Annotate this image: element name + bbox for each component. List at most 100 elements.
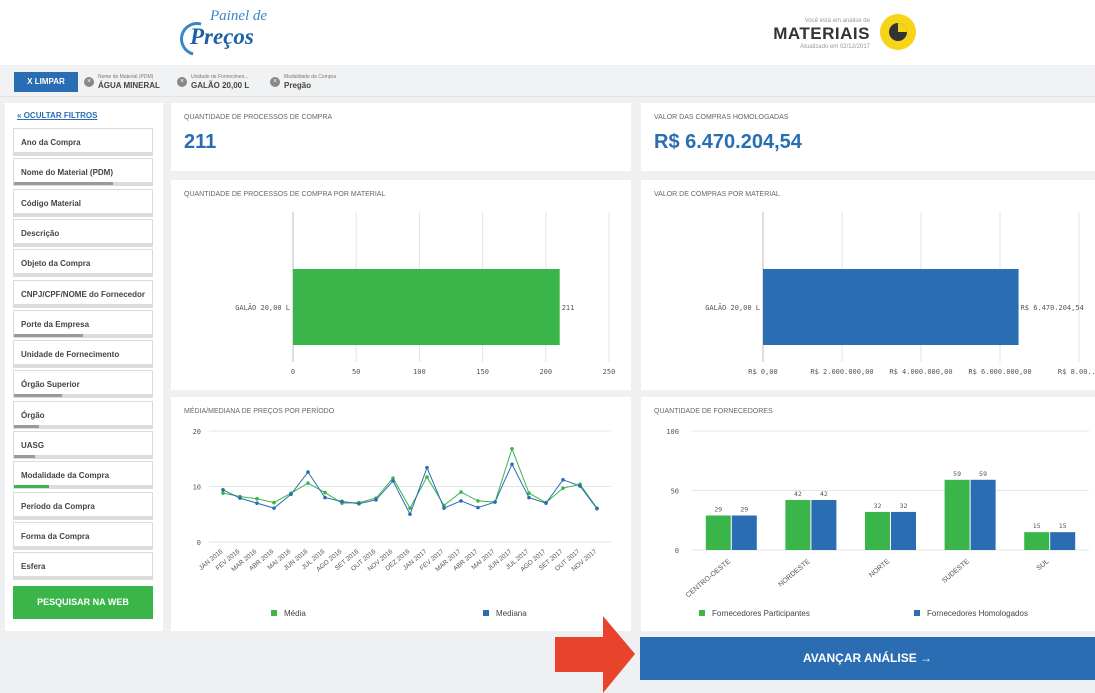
filter-chip-value: GALÃO 20,00 L: [191, 81, 250, 90]
filter-item[interactable]: Ano da Compra: [13, 128, 153, 156]
data-point: [272, 500, 276, 505]
filter-item[interactable]: Código Material: [13, 188, 153, 217]
filter-item[interactable]: Nome do Material (PDM): [13, 158, 153, 187]
filter-coverage-fill: [14, 424, 39, 428]
filter-coverage-track: [14, 273, 152, 277]
bar: [705, 515, 731, 550]
advance-analysis-button[interactable]: AVANÇAR ANÁLISE →: [640, 637, 1095, 680]
filter-item-label: CNPJ/CPF/NOME do Fornecedor: [21, 289, 146, 299]
qty-card-title: QUANTIDADE DE PROCESSOS DE COMPRA: [184, 114, 333, 121]
logo-line1: Painel de: [210, 8, 268, 24]
filter-chip-value: Pregão: [284, 81, 312, 90]
filter-coverage-fill: [14, 485, 49, 489]
hide-filters-link[interactable]: « OCULTAR FILTROS: [17, 111, 97, 120]
value-label: 32: [874, 502, 882, 510]
filter-chip-key: Unidade de Fornecimen...: [191, 74, 249, 80]
filter-item[interactable]: CNPJ/CPF/NOME do Fornecedor: [13, 279, 153, 308]
x-tick-label: R$ 0,00: [748, 368, 778, 376]
x-tick-label: CENTRO-OESTE: [685, 558, 732, 599]
search-web-button[interactable]: PESQUISAR NA WEB: [13, 586, 153, 619]
filter-item[interactable]: UASG: [13, 431, 153, 459]
value-card-value: R$ 6.470.204,54: [654, 131, 802, 153]
filter-item[interactable]: Esfera: [13, 552, 153, 581]
data-point: [306, 470, 310, 474]
filter-coverage-fill: [14, 394, 63, 398]
filter-item-label: Porte da Empresa: [21, 319, 90, 329]
filter-item[interactable]: Forma da Compra: [13, 521, 153, 550]
pie-chart-icon[interactable]: [880, 14, 916, 50]
legend-label: Fornecedores Participantes: [712, 609, 810, 618]
filter-coverage-fill: [14, 333, 83, 337]
filter-chip-material[interactable]: × Nome do Material (PDM) ÁGUA MINERAL: [84, 72, 174, 92]
remove-filter-icon[interactable]: ×: [270, 77, 280, 87]
legend-swatch: [914, 610, 920, 616]
filter-coverage-track: [14, 364, 152, 368]
bar: [970, 479, 996, 550]
filter-coverage-track: [14, 303, 152, 307]
value-label: 42: [820, 490, 828, 498]
x-tick-label: R$ 2.000.000,00: [810, 368, 873, 376]
data-point: [510, 462, 514, 467]
x-tick-label: R$ 4.000.000,00: [889, 368, 952, 376]
x-tick-label: R$ 8.00...: [1058, 368, 1095, 376]
data-point: [527, 495, 531, 500]
data-point: [221, 491, 225, 495]
bar: [865, 511, 890, 550]
painel-de-precos-logo[interactable]: Painel de Preços: [173, 8, 280, 63]
filter-item-label: Nome do Material (PDM): [21, 168, 114, 178]
data-point: [595, 506, 599, 511]
app-header: Painel de Preços Você está em análise de…: [0, 0, 1095, 65]
filter-item-label: Modalidade da Compra: [21, 471, 110, 481]
data-point: [374, 498, 378, 502]
data-point: [357, 501, 361, 506]
filter-coverage-track: [14, 576, 152, 580]
y-tick-label: 0: [675, 547, 679, 555]
qty-card-value: 211: [184, 131, 217, 153]
filter-item[interactable]: Unidade de Fornecimento: [13, 340, 153, 369]
chart-card-value-by-material: VALOR DE COMPRAS POR MATERIAL R$ 0,00 R$ …: [641, 180, 1095, 390]
filter-item[interactable]: Órgão Superior: [13, 370, 153, 399]
data-point: [255, 496, 259, 501]
filter-item[interactable]: Objeto da Compra: [13, 249, 153, 278]
filter-coverage-track: [14, 242, 152, 246]
filter-item[interactable]: Porte da Empresa: [13, 309, 153, 338]
filter-item[interactable]: Período da Compra: [13, 491, 153, 520]
y-tick-label: 20: [193, 428, 201, 436]
bar: [763, 269, 1019, 345]
data-point: [459, 490, 463, 494]
filter-item[interactable]: Órgão: [13, 400, 153, 429]
x-tick-label: SUDESTE: [941, 558, 971, 585]
data-point: [221, 488, 225, 492]
filter-item[interactable]: Modalidade da Compra: [13, 461, 153, 490]
double-chevron-left-icon: «: [17, 111, 22, 120]
clear-filters-button[interactable]: X LIMPAR: [14, 72, 78, 92]
y-tick-label: 50: [671, 488, 679, 496]
data-point: [306, 481, 310, 485]
red-arrow-icon: [555, 616, 635, 693]
data-point: [561, 486, 565, 490]
filter-item-label: UASG: [21, 441, 45, 450]
legend-label: Mediana: [496, 609, 527, 618]
filter-item[interactable]: Descrição: [13, 218, 153, 247]
chart-card-qty-by-material: QUANTIDADE DE PROCESSOS DE COMPRA POR MA…: [171, 180, 631, 390]
x-tick-label: 100: [413, 368, 426, 376]
filter-item-label: Forma da Compra: [21, 531, 90, 541]
filter-item-label: Órgão: [21, 410, 45, 420]
bar: [1024, 532, 1050, 550]
data-point: [323, 490, 327, 495]
remove-filter-icon[interactable]: ×: [84, 77, 94, 87]
filter-item-label: Objeto da Compra: [21, 259, 91, 269]
value-label: 29: [740, 505, 748, 513]
category-label: GALÃO 20,00 L: [235, 303, 290, 312]
y-tick-label: 0: [197, 539, 201, 547]
x-tick-label: 50: [352, 368, 360, 376]
bar: [293, 269, 560, 345]
filter-chip-modalidade[interactable]: × Modalidade da Compra Pregão: [270, 72, 360, 92]
logo-line2: Preços: [190, 24, 254, 49]
legend-label: Média: [284, 609, 306, 618]
value-label: R$ 6.470.204,54: [1021, 304, 1084, 312]
filter-item-label: Ano da Compra: [21, 138, 81, 147]
legend-label: Fornecedores Homologados: [927, 609, 1028, 618]
filter-chip-unidade[interactable]: × Unidade de Fornecimen... GALÃO 20,00 L: [177, 72, 267, 92]
remove-filter-icon[interactable]: ×: [177, 77, 187, 87]
